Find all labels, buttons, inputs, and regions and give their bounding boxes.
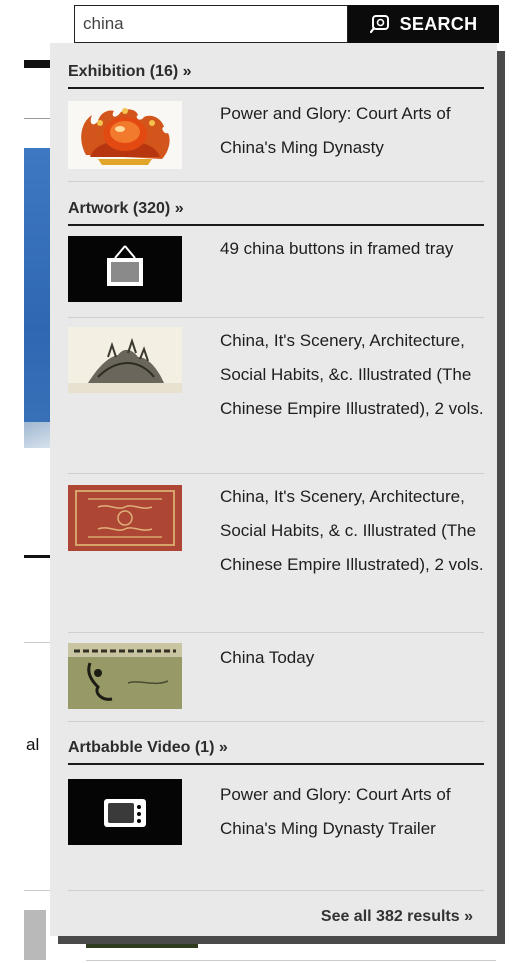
red-book-cover-image bbox=[68, 485, 182, 551]
result-title: Power and Glory: Court Arts of China's M… bbox=[220, 104, 451, 157]
result-item[interactable]: China Today bbox=[68, 634, 484, 722]
result-item[interactable]: China, It's Scenery, Architecture, Socia… bbox=[68, 475, 484, 633]
divider bbox=[86, 960, 496, 961]
result-item[interactable]: Power and Glory: Court Arts of China's M… bbox=[68, 91, 484, 182]
search-input[interactable] bbox=[74, 5, 348, 43]
framed-picture-icon bbox=[68, 236, 182, 302]
section-header-exhibition[interactable]: Exhibition (16) » bbox=[68, 63, 484, 89]
result-title: China, It's Scenery, Architecture, Socia… bbox=[220, 487, 484, 574]
divider bbox=[68, 890, 484, 891]
search-results-dropdown: Exhibition (16) » Power and Glory: Court… bbox=[50, 43, 497, 936]
result-item[interactable]: Power and Glory: Court Arts of China's M… bbox=[68, 767, 484, 889]
section-header-artwork[interactable]: Artwork (320) » bbox=[68, 200, 484, 226]
background-text-fragment: al bbox=[26, 735, 40, 754]
map-book-cover-image bbox=[68, 643, 182, 709]
result-title: Power and Glory: Court Arts of China's M… bbox=[220, 785, 451, 838]
result-title: China Today bbox=[220, 648, 315, 667]
result-item[interactable]: China, It's Scenery, Architecture, Socia… bbox=[68, 319, 484, 474]
background-thumbnail bbox=[24, 910, 46, 960]
search-icon bbox=[369, 14, 390, 34]
red-jeweled-crown-image bbox=[68, 101, 182, 169]
section-header-artbabble-video[interactable]: Artbabble Video (1) » bbox=[68, 739, 484, 765]
result-title: 49 china buttons in framed tray bbox=[220, 239, 454, 258]
result-item[interactable]: 49 china buttons in framed tray bbox=[68, 228, 484, 318]
television-icon bbox=[68, 779, 182, 845]
engraving-landscape-image bbox=[68, 327, 182, 393]
search-button-label: SEARCH bbox=[399, 13, 478, 34]
result-title: China, It's Scenery, Architecture, Socia… bbox=[220, 331, 484, 418]
see-all-results-link[interactable]: See all 382 results » bbox=[321, 908, 473, 926]
search-button[interactable]: SEARCH bbox=[348, 5, 499, 43]
